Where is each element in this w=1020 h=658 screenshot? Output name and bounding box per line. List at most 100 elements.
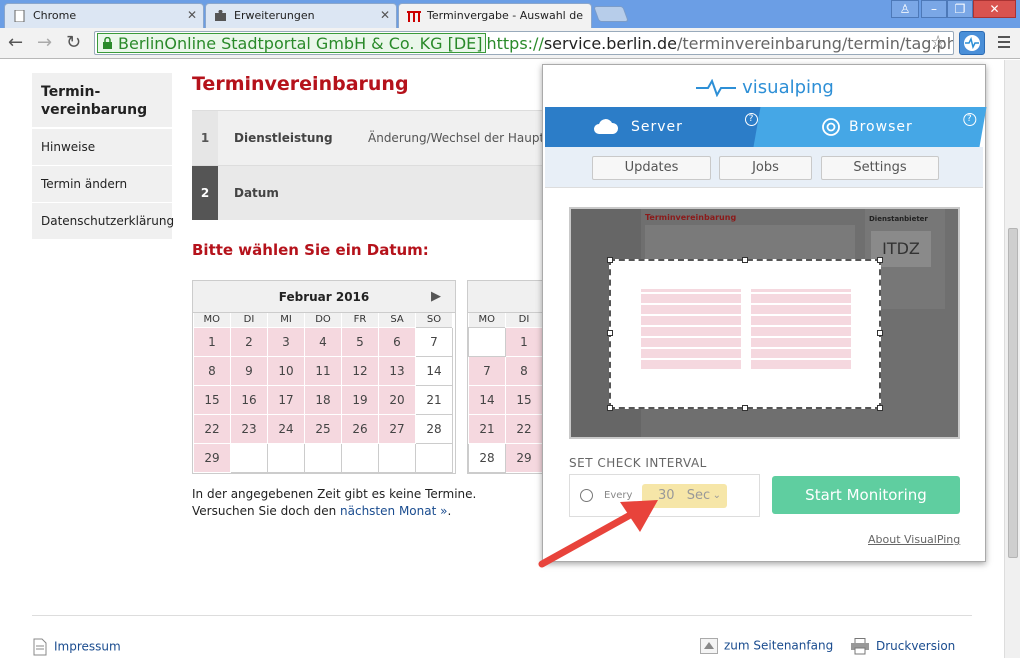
visualping-logo: visualping [543,77,987,98]
arrow-up-icon [700,638,718,654]
help-icon[interactable]: ? [963,113,977,126]
bookmark-star-icon[interactable]: ☆ [930,32,946,53]
calendar-day: 13 [378,355,416,386]
maximize-icon[interactable]: ❐ [947,0,973,18]
weekday-header: DI [505,313,543,327]
tab-server[interactable]: Server ? [545,107,763,147]
to-top-link[interactable]: zum Seitenanfang [700,638,833,654]
sidenav-item-datenschutz[interactable]: Datenschutzerklärung [32,203,174,240]
weekday-header: SA [378,313,416,327]
browser-toolbar: ← → ↻ BerlinOnline Stadtportal GmbH & Co… [0,28,1020,59]
calendar-day: 29 [505,442,543,473]
arrow-right-icon[interactable]: → [37,32,52,53]
calendar-day-empty [468,326,506,357]
divider [545,187,983,188]
menu-icon[interactable] [998,36,1010,51]
step-label: Dienstleistung [234,131,333,145]
sidenav-item-hinweise[interactable]: Hinweise [32,129,172,166]
new-tab-button[interactable] [593,6,629,22]
window-close-icon[interactable]: ✕ [973,0,1016,18]
tab-browser[interactable]: Browser ? [753,107,987,147]
calendar-day: 11 [304,355,342,386]
brandenburg-gate-icon [407,11,421,22]
note-suffix: . [447,504,452,518]
start-monitoring-button[interactable]: Start Monitoring [772,476,960,514]
resize-handle[interactable] [742,405,748,411]
calendar-day: 8 [505,355,543,386]
close-icon[interactable]: ✕ [380,8,390,22]
check-interval-label: SET CHECK INTERVAL [569,456,707,470]
page-preview-thumbnail[interactable]: Terminvereinbarung Dienstanbieter ITDZ [569,207,960,439]
updates-button[interactable]: Updates [592,156,711,180]
reload-icon[interactable]: ↻ [66,32,81,53]
next-month-arrow-icon[interactable]: ▶ [431,281,441,313]
address-bar[interactable]: BerlinOnline Stadtportal GmbH & Co. KG [… [94,31,954,55]
resize-handle[interactable] [877,257,883,263]
step-number: 1 [192,111,218,165]
sidenav-item-terminvereinbarung[interactable]: Termin- vereinbarung [32,73,172,128]
settings-button[interactable]: Settings [821,156,939,180]
calendar-grid: MO DI MI DO FR SA SO 1 2 3 4 5 6 7 8 9 1… [193,313,453,473]
scrollbar-thumb[interactable] [1008,228,1018,558]
print-link[interactable]: Druckversion [850,638,955,655]
pulse-icon [696,78,737,98]
browser-tab-extensions[interactable]: Erweiterungen ✕ [205,3,397,28]
arrow-left-icon[interactable]: ← [8,32,23,53]
calendar-day: 9 [230,355,268,386]
preview-steps [645,225,855,259]
chrome-icon [822,118,840,136]
calendar-day-empty [341,442,379,473]
impressum-link[interactable]: Impressum [32,638,121,656]
calendar-day: 19 [341,384,379,415]
calendar-month-title: Februar 2016 [278,290,370,304]
calendar-day: 27 [378,413,416,444]
ev-certificate-badge[interactable]: BerlinOnline Stadtportal GmbH & Co. KG [… [97,33,487,53]
minimize-icon[interactable]: – [921,0,947,18]
calendar-day: 20 [378,384,416,415]
tab-server-label: Server [631,119,683,135]
calendar-day: 1 [505,326,543,357]
resize-handle[interactable] [607,330,613,336]
next-month-link[interactable]: nächsten Monat » [340,504,447,518]
user-icon[interactable]: ♙ [891,0,919,18]
resize-handle[interactable] [607,405,613,411]
resize-handle[interactable] [742,257,748,263]
calendar-day: 17 [267,384,305,415]
page-scrollbar[interactable] [1004,60,1020,658]
tab-browser-label: Browser [849,119,913,135]
weekday-header: DI [230,313,268,327]
calendar-day: 14 [415,355,453,386]
browser-titlebar: Chrome ✕ Erweiterungen ✕ Terminvergabe -… [0,0,1020,28]
tab-title: Chrome [33,9,77,22]
step-number: 2 [192,166,218,220]
to-top-label: zum Seitenanfang [724,638,834,653]
calendar-day: 7 [468,355,506,386]
resize-handle[interactable] [607,257,613,263]
preview-calendar [751,289,851,369]
calendar-month-header: Februar 2016 ▶ [193,281,455,313]
choose-date-heading: Bitte wählen Sie ein Datum: [192,241,429,259]
footer-divider [32,615,972,616]
step-label: Datum [234,186,279,200]
resize-handle[interactable] [877,405,883,411]
page-icon [14,10,25,22]
sidenav-item-termin-aendern[interactable]: Termin ändern [32,166,172,203]
close-icon[interactable]: ✕ [187,8,197,22]
browser-tab-active[interactable]: Terminvergabe - Auswahl de [398,3,592,28]
resize-handle[interactable] [877,330,883,336]
visualping-extension-button[interactable] [959,31,985,55]
weekday-header: MO [193,313,231,327]
impressum-label: Impressum [54,639,121,654]
jobs-button[interactable]: Jobs [719,156,812,180]
cloud-icon [594,119,619,134]
calendar-day-empty [378,442,416,473]
weekday-header: DO [304,313,342,327]
calendar-day: 16 [230,384,268,415]
step-dienstleistung[interactable]: 1 Dienstleistung Änderung/Wechsel der Ha… [192,110,554,165]
browser-tab-chrome[interactable]: Chrome ✕ [4,3,204,28]
about-visualping-link[interactable]: About VisualPing [868,533,960,546]
step-datum: 2 Datum [192,165,552,220]
selection-area[interactable] [609,259,881,409]
help-icon[interactable]: ? [745,113,758,126]
annotation-arrow-icon [538,500,658,568]
